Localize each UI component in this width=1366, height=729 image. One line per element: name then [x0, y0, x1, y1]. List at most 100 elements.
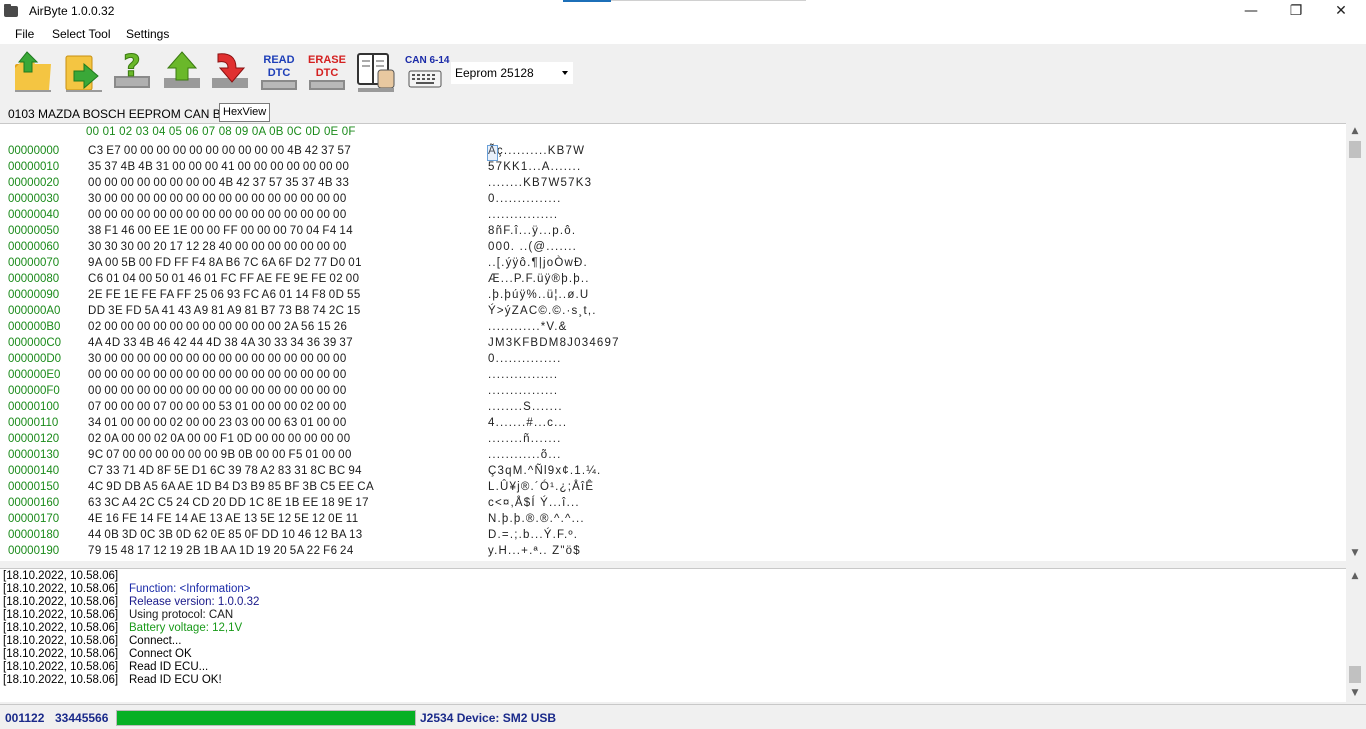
save-file-button[interactable] — [62, 48, 106, 94]
hex-row[interactable]: 00000040 00 00 00 00 00 00 00 00 00 00 00… — [0, 209, 1340, 225]
hex-scroll-thumb[interactable] — [1349, 141, 1361, 158]
hex-ascii[interactable]: 0............... — [488, 193, 562, 205]
hex-ascii[interactable]: .þ.þúÿ%..ü¦..ø.U — [488, 289, 589, 301]
hex-ascii[interactable]: c<¤,Å$Í Ý...î... — [488, 497, 580, 509]
hex-bytes[interactable]: 30 30 30 00 20 17 12 28 40 00 00 00 00 0… — [88, 241, 347, 253]
hex-ascii[interactable]: ..[.ýÿô.¶|joÒwÐ. — [488, 257, 588, 269]
menu-select-tool[interactable]: Select Tool — [52, 27, 110, 41]
hex-bytes[interactable]: 4E 16 FE 14 FE 14 AE 13 AE 13 5E 12 5E 1… — [88, 513, 359, 525]
hex-bytes[interactable]: 02 0A 00 00 02 0A 00 00 F1 0D 00 00 00 0… — [88, 433, 351, 445]
hex-bytes[interactable]: 30 00 00 00 00 00 00 00 00 00 00 00 00 0… — [88, 353, 347, 365]
log-scrollbar[interactable]: ▲ ▼ — [1346, 568, 1364, 701]
keyboard-icon[interactable] — [408, 70, 442, 88]
hex-bytes[interactable]: 02 00 00 00 00 00 00 00 00 00 00 00 2A 5… — [88, 321, 347, 333]
hex-bytes[interactable]: 34 01 00 00 00 02 00 00 23 03 00 00 63 0… — [88, 417, 347, 429]
scroll-down-icon[interactable]: ▼ — [1346, 545, 1364, 561]
hex-ascii[interactable]: 4.......#...c... — [488, 417, 567, 429]
close-button[interactable]: ✕ — [1318, 0, 1364, 24]
hex-row[interactable]: 00000070 9A 00 5B 00 FD FF F4 8A B6 7C 6A… — [0, 257, 1340, 273]
hex-bytes[interactable]: 2E FE 1E FE FA FF 25 06 93 FC A6 01 14 F… — [88, 289, 361, 301]
hex-bytes[interactable]: 00 00 00 00 00 00 00 00 00 00 00 00 00 0… — [88, 209, 347, 221]
eeprom-type-select[interactable]: Eeprom 25128 — [451, 62, 573, 84]
hex-row[interactable]: 000000E0 00 00 00 00 00 00 00 00 00 00 00… — [0, 369, 1340, 385]
minimize-button[interactable]: — — [1228, 0, 1274, 24]
hex-ascii[interactable]: 57KK1...A....... — [488, 161, 581, 173]
download-button[interactable] — [208, 48, 252, 94]
hex-bytes[interactable]: C6 01 04 00 50 01 46 01 FC FF AE FE 9E F… — [88, 273, 359, 285]
hex-bytes[interactable]: 30 00 00 00 00 00 00 00 00 00 00 00 00 0… — [88, 193, 347, 205]
hex-bytes[interactable]: 35 37 4B 4B 31 00 00 00 41 00 00 00 00 0… — [88, 161, 349, 173]
hex-row[interactable]: 00000010 35 37 4B 4B 31 00 00 00 41 00 00… — [0, 161, 1340, 177]
hex-bytes[interactable]: 07 00 00 00 07 00 00 00 53 01 00 00 00 0… — [88, 401, 347, 413]
hex-bytes[interactable]: 00 00 00 00 00 00 00 00 00 00 00 00 00 0… — [88, 385, 347, 397]
hex-ascii[interactable]: ................ — [488, 209, 558, 221]
hex-ascii[interactable]: ........S....... — [488, 401, 563, 413]
hex-ascii[interactable]: D.=.;.b...Ý.F.º. — [488, 529, 578, 541]
hex-row[interactable]: 00000000 C3 E7 00 00 00 00 00 00 00 00 00… — [0, 145, 1340, 161]
hex-row[interactable]: 00000020 00 00 00 00 00 00 00 00 4B 42 37… — [0, 177, 1340, 193]
open-folder-button[interactable] — [11, 48, 55, 94]
hex-ascii[interactable]: ............õ... — [488, 449, 562, 461]
hex-row[interactable]: 000000B0 02 00 00 00 00 00 00 00 00 00 00… — [0, 321, 1340, 337]
hex-row[interactable]: 00000120 02 0A 00 00 02 0A 00 00 F1 0D 00… — [0, 433, 1340, 449]
hex-ascii[interactable]: 000. ..(@....... — [488, 241, 577, 253]
hex-bytes[interactable]: 00 00 00 00 00 00 00 00 4B 42 37 57 35 3… — [88, 177, 349, 189]
log-scroll-thumb[interactable] — [1349, 666, 1361, 683]
scroll-up-icon[interactable]: ▲ — [1346, 568, 1364, 584]
hex-scrollbar[interactable]: ▲ ▼ — [1346, 123, 1364, 561]
manual-button[interactable] — [354, 48, 398, 94]
hex-ascii[interactable]: Æ...P.F.üÿ®þ.þ.. — [488, 273, 590, 285]
hex-row[interactable]: 00000150 4C 9D DB A5 6A AE 1D B4 D3 B9 85… — [0, 481, 1340, 497]
hex-ascii[interactable]: N.þ.þ.®.®.^.^... — [488, 513, 585, 525]
hex-ascii[interactable]: JM3KFBDM8J034697 — [488, 337, 620, 349]
hex-row[interactable]: 00000110 34 01 00 00 00 02 00 00 23 03 00… — [0, 417, 1340, 433]
hex-row[interactable]: 00000130 9C 07 00 00 00 00 00 00 9B 0B 00… — [0, 449, 1340, 465]
hex-bytes[interactable]: 63 3C A4 2C C5 24 CD 20 DD 1C 8E 1B EE 1… — [88, 497, 369, 509]
upload-button[interactable] — [160, 48, 204, 94]
scroll-down-icon[interactable]: ▼ — [1346, 685, 1364, 701]
hex-row[interactable]: 00000100 07 00 00 00 07 00 00 00 53 01 00… — [0, 401, 1340, 417]
hex-row[interactable]: 00000060 30 30 30 00 20 17 12 28 40 00 00… — [0, 241, 1340, 257]
hex-row[interactable]: 00000190 79 15 48 17 12 19 2B 1B AA 1D 19… — [0, 545, 1340, 561]
panel-splitter[interactable] — [0, 561, 1366, 568]
hex-ascii[interactable]: Ç3qM.^Ñl9x¢.1.¼. — [488, 465, 601, 477]
hex-bytes[interactable]: 79 15 48 17 12 19 2B 1B AA 1D 19 20 5A 2… — [88, 545, 354, 557]
hex-row[interactable]: 00000180 44 0B 3D 0C 3B 0D 62 0E 85 0F DD… — [0, 529, 1340, 545]
tab-hexview[interactable]: HexView — [219, 103, 271, 122]
hex-bytes[interactable]: 00 00 00 00 00 00 00 00 00 00 00 00 00 0… — [88, 369, 347, 381]
hex-row[interactable]: 00000090 2E FE 1E FE FA FF 25 06 93 FC A6… — [0, 289, 1340, 305]
erase-dtc-button[interactable]: ERASE DTC — [305, 48, 349, 94]
hex-ascii[interactable]: ............*V.& — [488, 321, 568, 333]
menu-settings[interactable]: Settings — [126, 27, 169, 41]
hex-ascii[interactable]: y.H...+.ª.. Z"ö$ — [488, 545, 581, 557]
hex-row[interactable]: 00000030 30 00 00 00 00 00 00 00 00 00 00… — [0, 193, 1340, 209]
hex-row[interactable]: 000000D0 30 00 00 00 00 00 00 00 00 00 00… — [0, 353, 1340, 369]
hex-view[interactable]: 00 01 02 03 04 05 06 07 08 09 0A 0B 0C 0… — [0, 123, 1346, 562]
hex-row[interactable]: 000000F0 00 00 00 00 00 00 00 00 00 00 00… — [0, 385, 1340, 401]
hex-bytes[interactable]: C7 33 71 4D 8F 5E D1 6C 39 78 A2 83 31 8… — [88, 465, 362, 477]
hex-row[interactable]: 00000170 4E 16 FE 14 FE 14 AE 13 AE 13 5E… — [0, 513, 1340, 529]
hex-ascii[interactable]: 8ñF.î...ÿ...p.ô. — [488, 225, 576, 237]
hex-ascii[interactable]: ................ — [488, 369, 558, 381]
hex-bytes[interactable]: 38 F1 46 00 EE 1E 00 00 FF 00 00 00 70 0… — [88, 225, 353, 237]
restore-button[interactable]: ❐ — [1273, 0, 1319, 24]
hex-bytes[interactable]: C3 E7 00 00 00 00 00 00 00 00 00 00 4B 4… — [88, 145, 351, 157]
hex-row[interactable]: 000000A0 DD 3E FD 5A 41 43 A9 81 A9 81 B7… — [0, 305, 1340, 321]
hex-bytes[interactable]: 4A 4D 33 4B 46 42 44 4D 38 4A 30 33 34 3… — [88, 337, 353, 349]
hex-bytes[interactable]: 44 0B 3D 0C 3B 0D 62 0E 85 0F DD 10 46 1… — [88, 529, 363, 541]
read-dtc-button[interactable]: READ DTC — [257, 48, 301, 94]
hex-row[interactable]: 00000140 C7 33 71 4D 8F 5E D1 6C 39 78 A2… — [0, 465, 1340, 481]
hex-row[interactable]: 00000050 38 F1 46 00 EE 1E 00 00 FF 00 00… — [0, 225, 1340, 241]
hex-bytes[interactable]: 9A 00 5B 00 FD FF F4 8A B6 7C 6A 6F D2 7… — [88, 257, 362, 269]
hex-ascii[interactable]: Ãç..........KB7W — [488, 145, 585, 157]
hex-ascii[interactable]: ........KB7W57K3 — [488, 177, 592, 189]
hex-ascii[interactable]: L.Û¥j®.´Ó¹.¿;ÅîÊ — [488, 481, 594, 493]
menu-file[interactable]: File — [15, 27, 34, 41]
identify-button[interactable]: ? — [110, 48, 154, 94]
hex-ascii[interactable]: 0............... — [488, 353, 562, 365]
hex-bytes[interactable]: 4C 9D DB A5 6A AE 1D B4 D3 B9 85 BF 3B C… — [88, 481, 374, 493]
hex-row[interactable]: 00000160 63 3C A4 2C C5 24 CD 20 DD 1C 8E… — [0, 497, 1340, 513]
hex-bytes[interactable]: DD 3E FD 5A 41 43 A9 81 A9 81 B7 73 B8 7… — [88, 305, 361, 317]
chevron-down-icon[interactable] — [562, 71, 568, 75]
scroll-up-icon[interactable]: ▲ — [1346, 123, 1364, 139]
